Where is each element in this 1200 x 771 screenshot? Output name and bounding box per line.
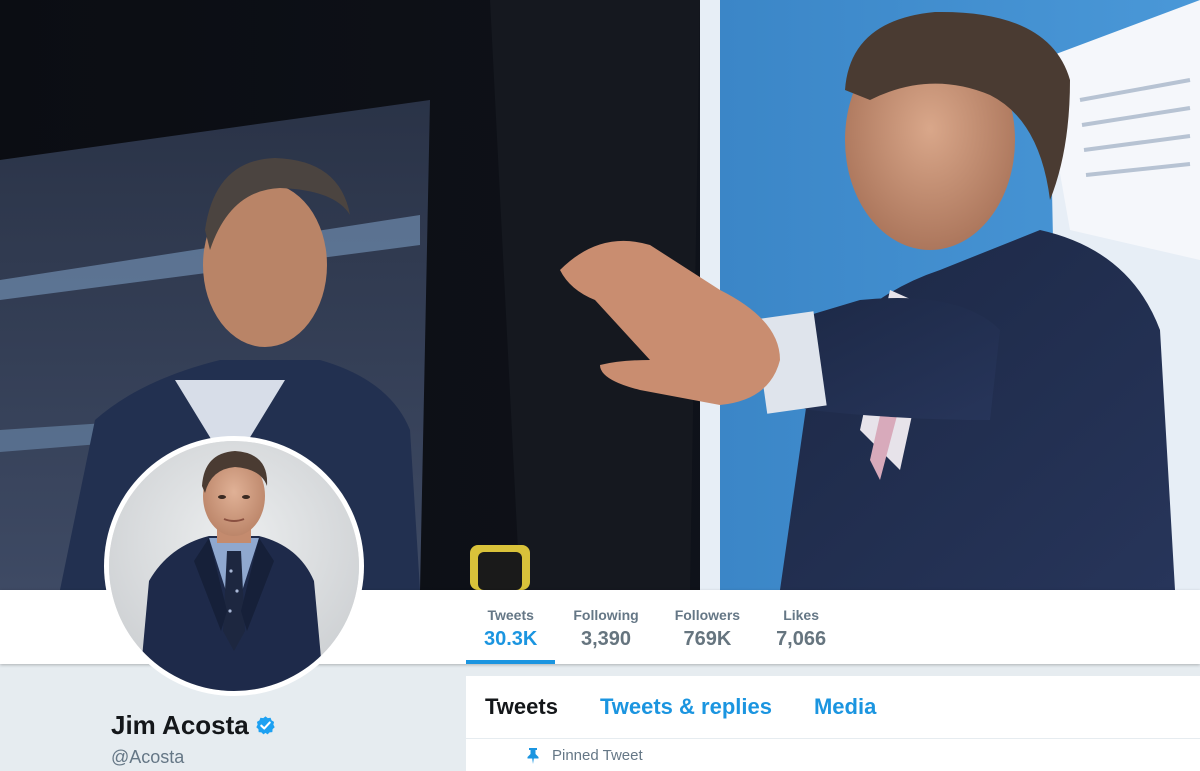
pin-icon [526,748,540,764]
stats-list: Tweets 30.3K Following 3,390 Followers 7… [466,590,844,664]
stat-followers[interactable]: Followers 769K [657,590,758,664]
stat-likes[interactable]: Likes 7,066 [758,590,844,664]
stat-label: Followers [674,607,741,623]
avatar-photo [109,441,359,691]
stat-value: 769K [683,628,732,650]
stat-value: 7,066 [776,628,827,650]
stat-value: 30.3K [484,628,538,650]
pinned-tweet-context: Pinned Tweet [526,746,643,766]
tab-tweets-and-replies[interactable]: Tweets & replies [600,693,772,721]
stat-label: Tweets [487,607,534,623]
stat-tweets[interactable]: Tweets 30.3K [466,590,556,664]
pinned-tweet-label: Pinned Tweet [552,747,643,764]
profile-name[interactable]: Jim Acosta [111,708,249,742]
timeline-tabs: Tweets Tweets & replies Media [466,676,1200,739]
tab-tweets[interactable]: Tweets [485,693,558,721]
tab-media[interactable]: Media [814,693,876,721]
avatar[interactable] [104,436,364,696]
profile-page: Tweets 30.3K Following 3,390 Followers 7… [0,0,1200,771]
stat-following[interactable]: Following 3,390 [555,590,656,664]
timeline-panel: Tweets Tweets & replies Media Pinned Twe… [466,676,1200,771]
stat-label: Likes [783,607,819,623]
stat-label: Following [573,607,639,623]
profile-handle[interactable]: @Acosta [111,745,184,769]
verified-badge-icon[interactable] [255,715,276,736]
stat-value: 3,390 [581,628,632,650]
profile-name-row: Jim Acosta [111,708,276,742]
